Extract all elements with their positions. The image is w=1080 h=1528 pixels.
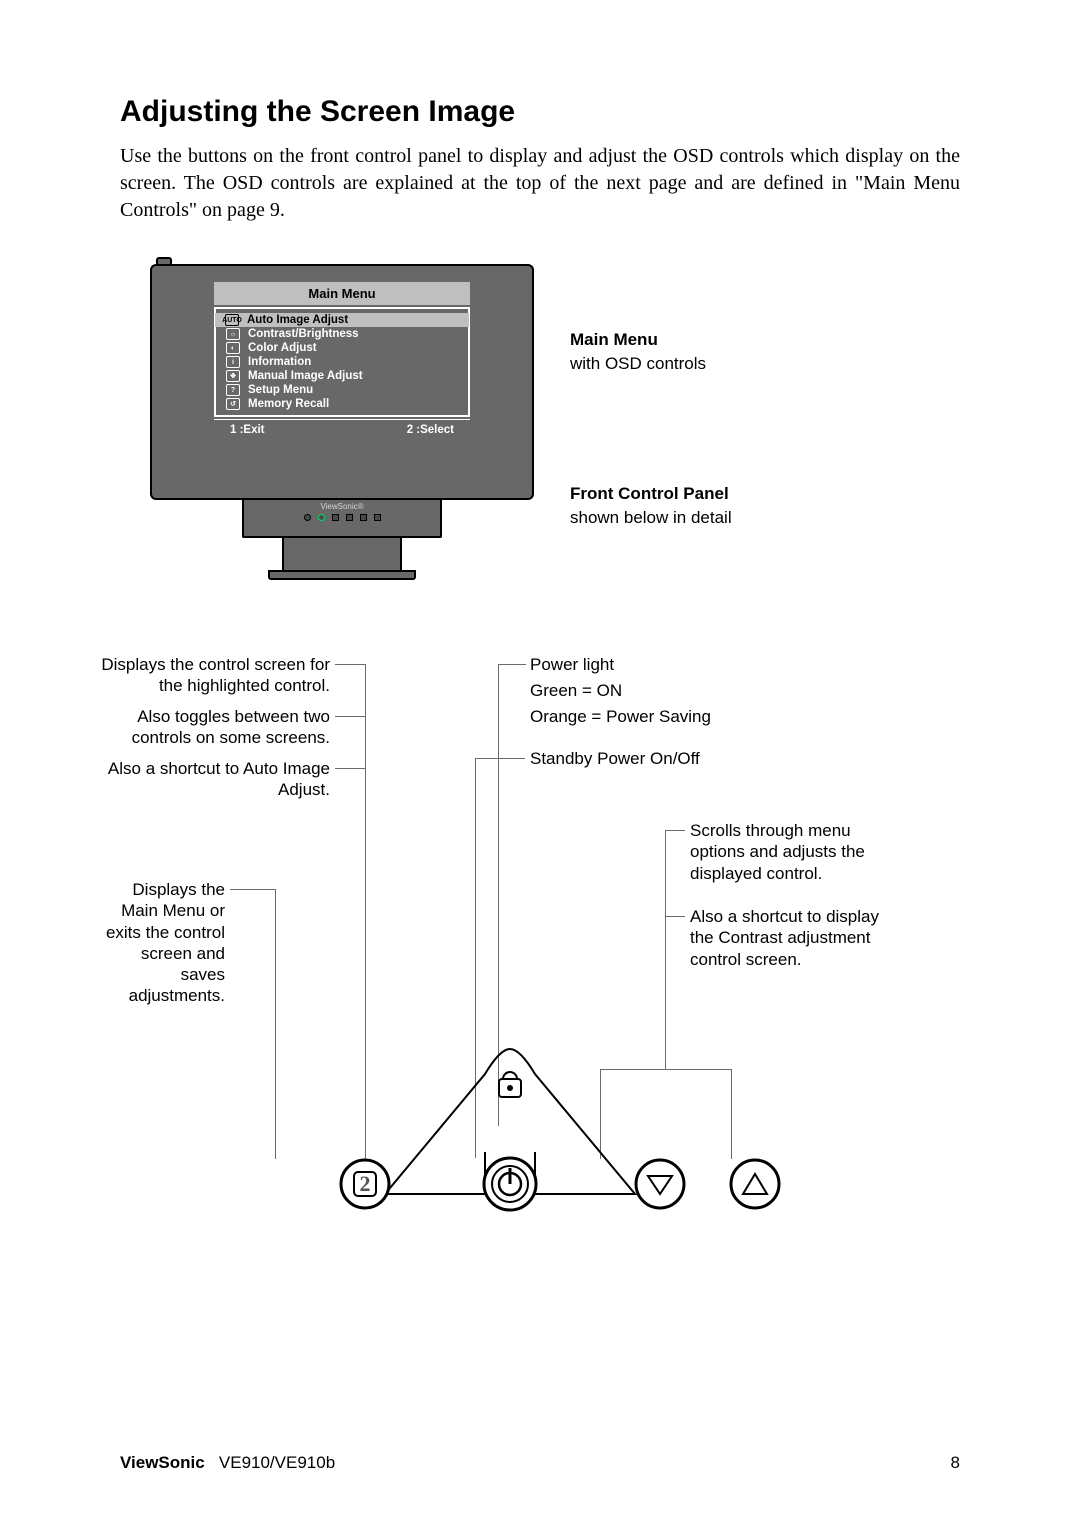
callout-button2-b: Also toggles between two controls on som… [100,706,330,749]
osd-item-label: Color Adjust [248,342,317,354]
osd-item-label: Information [248,356,311,368]
callout-power-light-a: Power light [530,654,790,675]
front-panel-callout: Front Control Panel shown below in detai… [570,484,732,528]
page-number: 8 [951,1453,960,1473]
manual-icon: ✥ [226,370,240,382]
intro-paragraph: Use the buttons on the front control pan… [120,143,960,224]
info-icon: i [226,356,240,368]
page-heading: Adjusting the Screen Image [120,95,960,129]
monitor-bezel: ViewSonic® [242,500,442,538]
main-menu-callout: Main Menu with OSD controls [570,330,706,374]
osd-item-manual-image-adjust: ✥ Manual Image Adjust [216,369,468,383]
callout-power-light-c: Orange = Power Saving [530,706,790,727]
callout-power-light-b: Green = ON [530,680,790,701]
osd-item-label: Contrast/Brightness [248,328,359,340]
footer-brand: ViewSonic [120,1453,205,1472]
callout-button2-c: Also a shortcut to Auto Image Adjust. [100,758,330,801]
auto-icon: AUTO [225,314,239,326]
callout-text: shown below in detail [570,508,732,528]
osd-item-label: Manual Image Adjust [248,370,363,382]
osd-select-label: 2 :Select [407,424,454,436]
front-panel-diagram: Displays the control screen for the high… [120,654,960,1294]
callout-button1: Displays the Main Menu or exits the cont… [100,879,225,1007]
osd-footer: 1 :Exit 2 :Select [214,419,470,436]
callout-button2-a: Displays the control screen for the high… [100,654,330,697]
osd-item-auto-image-adjust: AUTO Auto Image Adjust [215,313,469,327]
osd-item-information: i Information [216,355,468,369]
callout-standby: Standby Power On/Off [530,748,790,769]
monitor-illustration: Main Menu AUTO Auto Image Adjust ☼ Contr… [150,264,960,584]
down-button [636,1160,684,1208]
osd-menu: AUTO Auto Image Adjust ☼ Contrast/Bright… [214,307,470,417]
osd-exit-label: 1 :Exit [230,424,265,436]
setup-icon: ? [226,384,240,396]
up-button [731,1160,779,1208]
button-2: 2 [341,1160,389,1208]
brand-label: ViewSonic [320,502,357,511]
osd-item-color-adjust: ◐ Color Adjust [216,341,468,355]
callout-heading: Main Menu [570,330,706,350]
osd-item-contrast-brightness: ☼ Contrast/Brightness [216,327,468,341]
osd-item-setup-menu: ? Setup Menu [216,383,468,397]
osd-title: Main Menu [214,282,470,305]
page-footer: ViewSonic VE910/VE910b 8 [120,1453,960,1473]
callout-heading: Front Control Panel [570,484,732,504]
osd-item-memory-recall: ↺ Memory Recall [216,397,468,411]
color-icon: ◐ [226,342,240,354]
power-button [484,1158,536,1210]
brightness-icon: ☼ [226,328,240,340]
recall-icon: ↺ [226,398,240,410]
osd-item-label: Setup Menu [248,384,313,396]
osd-item-label: Memory Recall [248,398,329,410]
osd-item-label: Auto Image Adjust [247,314,348,326]
svg-text:2: 2 [360,1171,371,1196]
callout-scroll-b: Also a shortcut to display the Contrast … [690,906,880,970]
callout-text: with OSD controls [570,354,706,374]
footer-model: VE910/VE910b [219,1453,335,1472]
callout-scroll-a: Scrolls through menu options and adjusts… [690,820,880,884]
